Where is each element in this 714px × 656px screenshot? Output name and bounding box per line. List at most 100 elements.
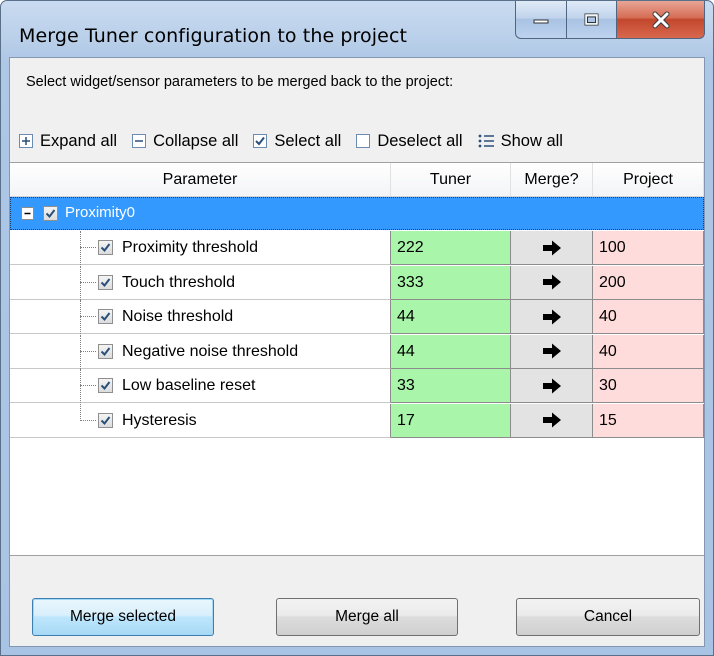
merge-cell[interactable] bbox=[511, 231, 593, 265]
project-value-cell: 40 bbox=[593, 300, 704, 334]
parameter-label: Touch threshold bbox=[122, 273, 235, 291]
parameter-cell: Hysteresis bbox=[10, 403, 391, 438]
tree-line bbox=[80, 247, 96, 248]
collapse-toggle[interactable] bbox=[21, 207, 34, 220]
select-all-button[interactable]: Select all bbox=[252, 132, 341, 151]
parameter-cell: Proximity threshold bbox=[10, 231, 391, 265]
tree-node-proximity0[interactable]: Proximity0 bbox=[10, 197, 704, 230]
dialog-window: Merge Tuner configuration to the project… bbox=[0, 0, 714, 656]
column-header-merge[interactable]: Merge? bbox=[511, 163, 593, 196]
deselect-all-button[interactable]: Deselect all bbox=[355, 132, 463, 151]
merge-cell[interactable] bbox=[511, 334, 593, 369]
tree-line bbox=[80, 300, 81, 334]
expand-all-button[interactable]: Expand all bbox=[18, 132, 117, 151]
row-checkbox[interactable] bbox=[98, 274, 113, 290]
dialog-body: Select widget/sensor parameters to be me… bbox=[9, 57, 705, 647]
show-all-button[interactable]: Show all bbox=[477, 132, 563, 151]
parameter-label: Negative noise threshold bbox=[122, 342, 299, 360]
table-row[interactable]: Noise threshold 44 40 bbox=[10, 300, 704, 334]
checkbox-checked-icon bbox=[100, 381, 111, 391]
tuner-value-cell: 44 bbox=[391, 300, 511, 334]
parameter-label: Hysteresis bbox=[122, 411, 197, 429]
merge-cell[interactable] bbox=[511, 369, 593, 403]
parameter-cell: Noise threshold bbox=[10, 300, 391, 334]
column-header-project[interactable]: Project bbox=[593, 163, 704, 196]
expand-icon bbox=[18, 133, 34, 149]
project-value-cell: 40 bbox=[593, 334, 704, 369]
window-controls bbox=[515, 1, 705, 41]
parent-checkbox[interactable] bbox=[43, 206, 58, 221]
merge-cell[interactable] bbox=[511, 265, 593, 300]
collapse-all-label: Collapse all bbox=[153, 131, 239, 150]
toolbar: Expand all Collapse all Select all Desel… bbox=[18, 126, 577, 156]
select-all-label: Select all bbox=[274, 131, 342, 150]
row-checkbox[interactable] bbox=[98, 240, 113, 255]
checkbox-checked-icon bbox=[100, 243, 111, 253]
parameter-cell: Low baseline reset bbox=[10, 369, 391, 403]
checkbox-checked-icon bbox=[252, 133, 268, 149]
tree-line bbox=[80, 350, 96, 352]
project-value-cell: 200 bbox=[593, 265, 704, 300]
tree-line bbox=[80, 316, 96, 317]
tree-line bbox=[80, 385, 96, 386]
merge-cell[interactable] bbox=[511, 403, 593, 438]
close-button[interactable] bbox=[617, 1, 705, 39]
table-row[interactable]: Proximity threshold 222 100 bbox=[10, 231, 704, 265]
minimize-icon bbox=[533, 19, 549, 23]
checkbox-checked-icon bbox=[45, 209, 56, 219]
parameter-grid: Parameter Tuner Merge? Project Proximity… bbox=[10, 162, 704, 556]
expand-all-label: Expand all bbox=[40, 131, 118, 150]
instructions-text: Select widget/sensor parameters to be me… bbox=[26, 74, 454, 90]
project-value-cell: 15 bbox=[593, 403, 704, 438]
tree-line bbox=[80, 419, 96, 421]
checkbox-empty-icon bbox=[355, 133, 371, 149]
arrow-right-icon bbox=[542, 309, 561, 324]
grid-header: Parameter Tuner Merge? Project bbox=[10, 163, 704, 197]
parameter-label: Noise threshold bbox=[122, 308, 234, 325]
row-checkbox[interactable] bbox=[98, 412, 113, 428]
show-all-label: Show all bbox=[500, 131, 563, 150]
tuner-value-cell: 44 bbox=[391, 334, 511, 369]
column-header-parameter[interactable]: Parameter bbox=[10, 163, 391, 196]
list-icon bbox=[477, 133, 495, 149]
tuner-value-cell: 17 bbox=[391, 403, 511, 438]
parameter-label: Proximity threshold bbox=[122, 239, 259, 256]
project-value-cell: 30 bbox=[593, 369, 704, 403]
window-title: Merge Tuner configuration to the project bbox=[19, 25, 408, 47]
maximize-icon bbox=[584, 13, 598, 25]
tuner-value-cell: 222 bbox=[391, 231, 511, 265]
row-checkbox[interactable] bbox=[98, 378, 113, 393]
table-row[interactable]: Touch threshold 333 200 bbox=[10, 265, 704, 300]
checkbox-checked-icon bbox=[100, 312, 111, 322]
arrow-right-icon bbox=[542, 378, 561, 393]
tree-line bbox=[80, 281, 96, 283]
minimize-button[interactable] bbox=[515, 1, 567, 39]
arrow-right-icon bbox=[542, 412, 561, 428]
collapse-icon bbox=[131, 133, 147, 149]
title-bar[interactable]: Merge Tuner configuration to the project bbox=[1, 1, 713, 57]
merge-cell[interactable] bbox=[511, 300, 593, 334]
arrow-right-icon bbox=[542, 274, 561, 290]
tuner-value-cell: 33 bbox=[391, 369, 511, 403]
table-row[interactable]: Hysteresis 17 15 bbox=[10, 403, 704, 438]
maximize-button[interactable] bbox=[567, 1, 617, 39]
table-row[interactable]: Low baseline reset 33 30 bbox=[10, 369, 704, 403]
row-checkbox[interactable] bbox=[98, 343, 113, 359]
arrow-right-icon bbox=[542, 343, 561, 359]
checkbox-checked-icon bbox=[100, 415, 111, 425]
cancel-button[interactable]: Cancel bbox=[516, 598, 700, 636]
parent-label: Proximity0 bbox=[65, 204, 136, 221]
merge-selected-button[interactable]: Merge selected bbox=[32, 598, 214, 636]
table-row[interactable]: Negative noise threshold 44 40 bbox=[10, 334, 704, 369]
tree-line bbox=[80, 231, 81, 265]
column-header-tuner[interactable]: Tuner bbox=[391, 163, 511, 196]
tree-line bbox=[80, 369, 81, 403]
merge-all-button[interactable]: Merge all bbox=[276, 598, 458, 636]
row-checkbox[interactable] bbox=[98, 309, 113, 324]
parameter-cell: Negative noise threshold bbox=[10, 334, 391, 369]
tuner-value-cell: 333 bbox=[391, 265, 511, 300]
tree-line bbox=[80, 265, 81, 300]
checkbox-checked-icon bbox=[100, 277, 111, 287]
parameter-cell: Touch threshold bbox=[10, 265, 391, 300]
collapse-all-button[interactable]: Collapse all bbox=[131, 132, 238, 151]
